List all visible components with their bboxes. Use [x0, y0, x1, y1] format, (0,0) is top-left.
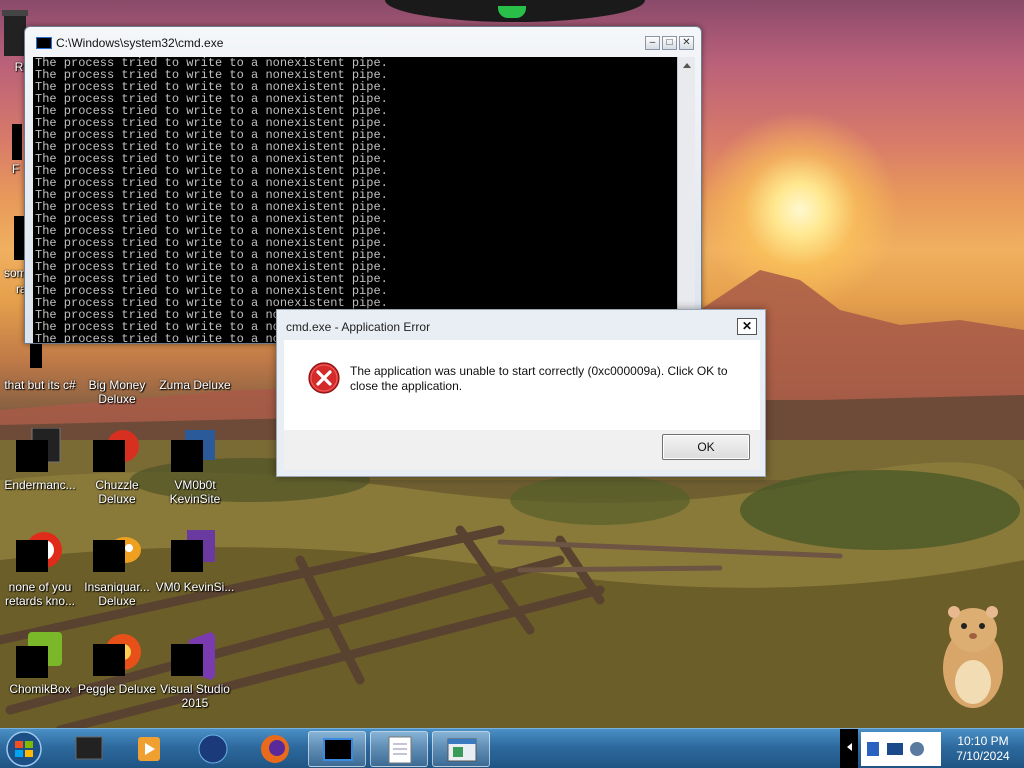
start-button[interactable] [4, 730, 44, 768]
desktop-icon-label: Visual Studio 2015 [160, 682, 230, 710]
browser-icon [16, 530, 64, 578]
taskbar-app-window[interactable] [432, 731, 490, 767]
redacted-icon [12, 124, 22, 160]
desktop-icon-insaniquarium[interactable]: Insaniquar... Deluxe [77, 530, 157, 608]
taskbar: 10:10 PM 7/10/2024 [0, 728, 1024, 768]
desktop-icon-visual-studio-2015[interactable]: Visual Studio 2015 [155, 632, 235, 710]
taskbar-clock[interactable]: 10:10 PM 7/10/2024 [943, 734, 1023, 764]
taskbar-app-cmd[interactable] [308, 731, 366, 767]
desktop-icon-label: Zuma Deluxe [159, 378, 231, 392]
desktop-icon-label: ChomikBox [9, 682, 71, 696]
minimize-button[interactable]: – [645, 36, 660, 50]
taskbar-app-terminal[interactable] [60, 731, 118, 767]
app-icon [16, 428, 64, 476]
clock-date: 7/10/2024 [956, 749, 1010, 763]
game-icon [93, 428, 141, 476]
clock-time: 10:10 PM [957, 734, 1009, 748]
desktop-icon-endermanch[interactable]: Endermanc... [0, 428, 80, 492]
desktop-icon-label: VM0 KevinSi... [155, 580, 235, 594]
console-lines: The process tried to write to a nonexist… [33, 57, 677, 343]
app-icon [171, 530, 219, 578]
visual-studio-icon [171, 632, 219, 680]
desktop-icon-label: VM0b0t KevinSite [169, 478, 221, 506]
cmd-titlebar[interactable]: C:\Windows\system32\cmd.exe – □ ✕ [25, 27, 701, 57]
system-tray [861, 732, 941, 766]
notepad-icon [388, 736, 412, 764]
desktop-icon-chuzzle-deluxe[interactable]: Chuzzle Deluxe [77, 428, 157, 506]
terminal-app-icon [75, 736, 103, 760]
cmd-window-title: C:\Windows\system32\cmd.exe [56, 36, 224, 50]
desktop-icon-label: that but its c# [4, 378, 76, 392]
game-icon [93, 632, 141, 680]
desktop-icon-vm0-kevinsite[interactable]: VM0 KevinSi... [155, 530, 235, 594]
error-message: The application was unable to start corr… [350, 364, 728, 393]
desktop-icon-peggle-deluxe[interactable]: Peggle Deluxe [77, 632, 157, 696]
application-error-dialog[interactable]: cmd.exe - Application Error ✕ The applic… [276, 309, 766, 477]
taskbar-app-notepad[interactable] [370, 731, 428, 767]
media-player-icon [138, 737, 160, 761]
console-icon [323, 738, 353, 761]
console-scrollbar[interactable] [677, 57, 695, 343]
window-app-icon [447, 738, 477, 762]
cmd-window[interactable]: C:\Windows\system32\cmd.exe – □ ✕ The pr… [24, 26, 702, 344]
hamster-gadget [943, 606, 1003, 708]
app-icon [16, 632, 64, 680]
desktop-icon-chomikbox[interactable]: ChomikBox [0, 632, 80, 696]
console-output[interactable]: The process tried to write to a nonexist… [33, 57, 677, 343]
taskbar-app-globe[interactable] [184, 731, 242, 767]
firefox-icon [261, 735, 289, 763]
taskbar-app-firefox[interactable] [246, 731, 304, 767]
ok-button[interactable]: OK [662, 434, 750, 460]
scroll-up-arrow-icon[interactable] [683, 63, 691, 68]
globe-icon [198, 734, 228, 764]
maximize-button[interactable]: □ [662, 36, 677, 50]
app-icon [171, 428, 219, 476]
desktop-icon-label: Chuzzle Deluxe [95, 478, 139, 506]
desktop-icon-label: F [12, 162, 20, 176]
desktop-icon-none-of-you[interactable]: none of you retards kno... [0, 530, 80, 608]
dialog-content: The application was unable to start corr… [284, 340, 760, 430]
desktop-icon-label: Endermanc... [4, 478, 76, 492]
taskbar-app-media-player[interactable] [120, 731, 178, 767]
gadget-led [498, 6, 526, 18]
desktop-icon-label: Big Money Deluxe [88, 378, 146, 406]
error-icon [308, 362, 340, 394]
dialog-close-button[interactable]: ✕ [737, 318, 757, 335]
desktop-icon-label: none of you retards kno... [4, 580, 76, 608]
console-icon [36, 37, 52, 49]
show-hidden-icons-chevron-icon[interactable] [847, 743, 852, 751]
tray-icons [867, 742, 924, 756]
close-button[interactable]: ✕ [679, 36, 694, 50]
game-icon [93, 530, 141, 578]
desktop-icon-label: Insaniquar... Deluxe [84, 580, 150, 608]
dialog-title: cmd.exe - Application Error [286, 320, 431, 334]
desktop-icon-vm0b0t-kevinsite[interactable]: VM0b0t KevinSite [155, 428, 235, 506]
desktop-icon-label: Peggle Deluxe [77, 682, 157, 696]
